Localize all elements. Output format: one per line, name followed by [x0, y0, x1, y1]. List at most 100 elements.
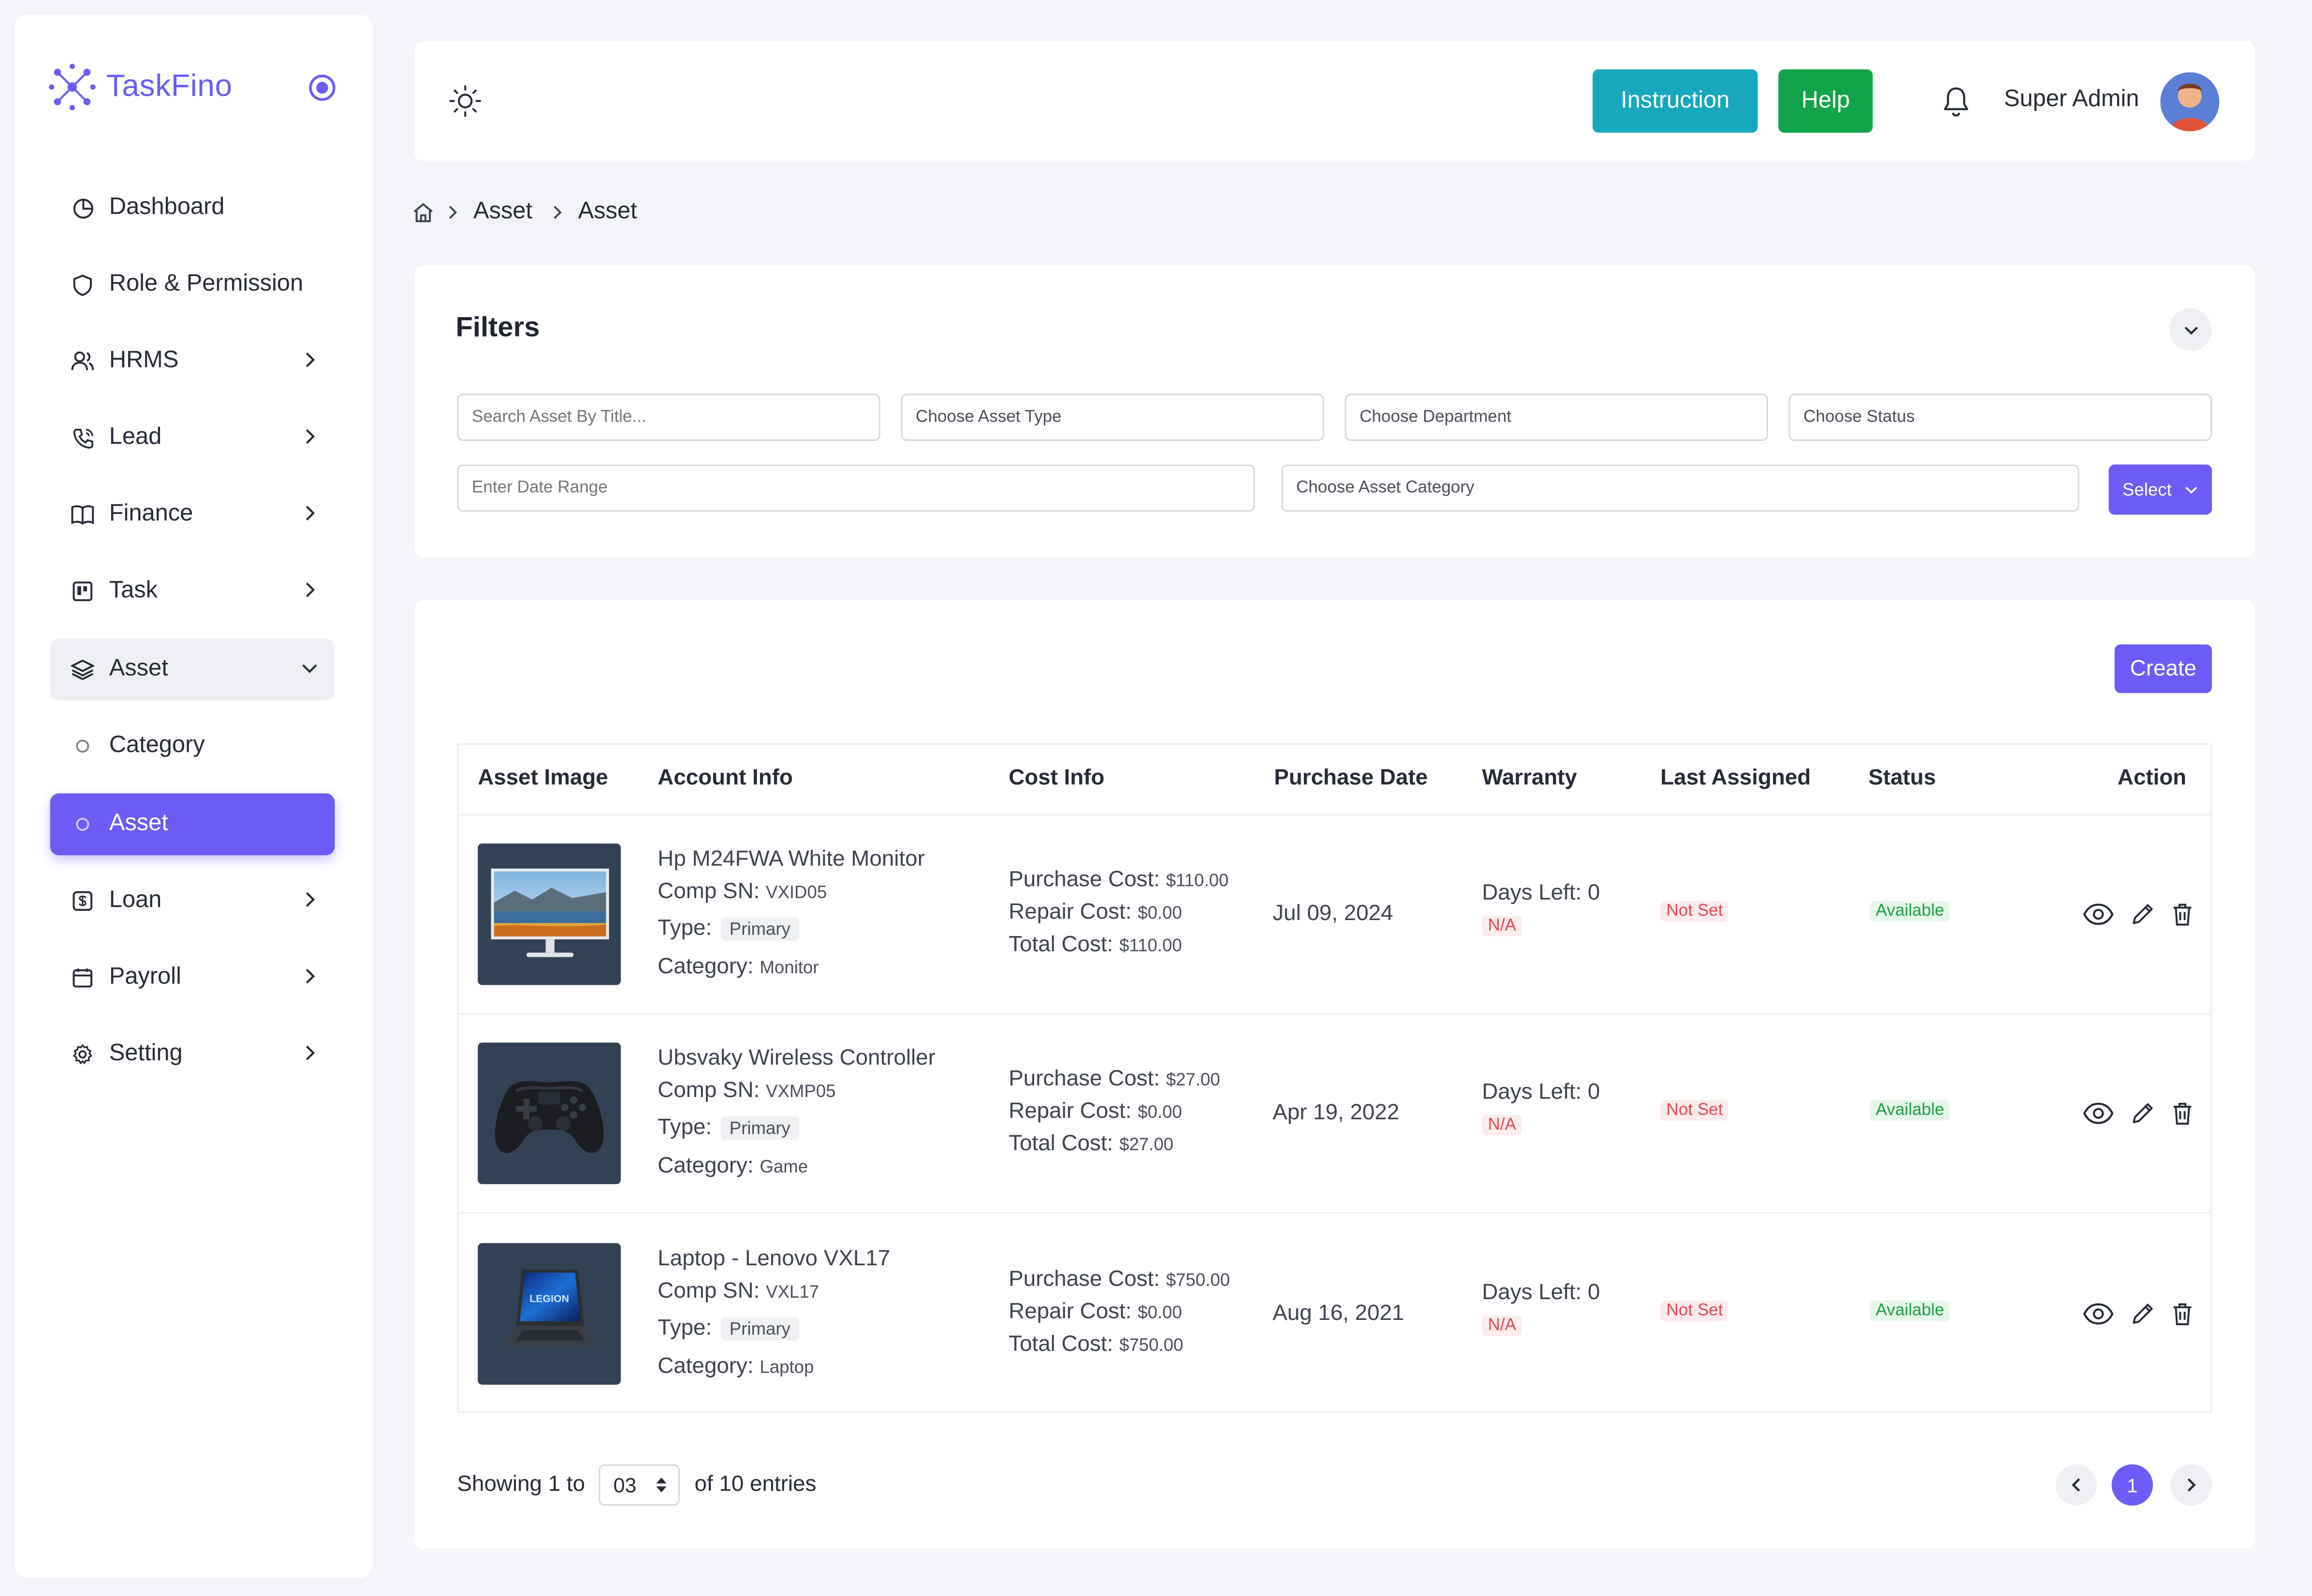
prev-page-button[interactable]	[2055, 1464, 2097, 1506]
row-divider	[457, 1013, 2212, 1015]
warranty-status-badge: N/A	[1482, 916, 1522, 937]
delete-trash-icon[interactable]	[2169, 1100, 2196, 1127]
asset-name[interactable]: Ubsvaky Wireless Controller	[658, 1045, 936, 1070]
breadcrumb-item[interactable]: Asset	[473, 199, 532, 226]
sidebar-item-hrms[interactable]: HRMS	[50, 330, 335, 392]
purchase-cost: Purchase Cost: $110.00	[1009, 867, 1229, 893]
asset-image-laptop[interactable]: LEGION	[478, 1243, 621, 1385]
chevron-right-icon	[306, 429, 315, 444]
calendar-icon	[71, 966, 94, 990]
showing-label: Showing 1 to	[457, 1471, 585, 1497]
repair-cost: Repair Cost: $0.00	[1009, 1299, 1182, 1324]
sidebar-item-lead[interactable]: Lead	[50, 407, 335, 469]
asset-category: Category: Game	[658, 1153, 808, 1178]
sidebar-item-label: Asset	[109, 811, 168, 836]
instruction-button[interactable]: Instruction	[1593, 69, 1758, 133]
asset-name[interactable]: Laptop - Lenovo VXL17	[658, 1246, 890, 1271]
sidebar-item-category[interactable]: Category	[50, 715, 335, 777]
task-board-icon	[71, 580, 94, 603]
sidebar-item-label: Finance	[109, 501, 193, 527]
col-header-cost-info: Cost Info	[1009, 765, 1105, 791]
type-chip: Primary	[720, 917, 800, 941]
edit-pencil-icon[interactable]	[2129, 901, 2156, 928]
sidebar-item-loan[interactable]: Loan	[50, 870, 335, 932]
sidebar-item-role-permission[interactable]: Role & Permission	[50, 254, 335, 316]
row-divider	[457, 814, 2212, 816]
view-eye-icon[interactable]	[2082, 1301, 2115, 1327]
warranty-status-badge: N/A	[1482, 1315, 1522, 1336]
asset-type-select[interactable]: Choose Asset Type	[901, 394, 1324, 441]
total-cost: Total Cost: $750.00	[1009, 1332, 1184, 1357]
per-page-value: 03	[613, 1473, 637, 1497]
phone-icon	[71, 426, 94, 450]
logo[interactable]: TaskFino	[47, 62, 233, 112]
asset-image-controller[interactable]	[478, 1042, 621, 1185]
chevron-right-icon	[306, 968, 315, 984]
home-icon[interactable]	[411, 201, 435, 224]
sun-icon[interactable]	[448, 84, 482, 118]
sort-arrows-icon	[656, 1478, 667, 1493]
page-number-button[interactable]: 1	[2111, 1464, 2153, 1506]
type-chip: Primary	[720, 1317, 800, 1341]
sidebar-item-setting[interactable]: Setting	[50, 1024, 335, 1085]
avatar[interactable]	[2160, 72, 2220, 132]
pie-chart-icon	[71, 196, 94, 220]
sidebar-item-task[interactable]: Task	[50, 560, 335, 622]
search-asset-input[interactable]	[457, 394, 880, 441]
monitor-image	[491, 868, 609, 957]
row-divider	[457, 1212, 2212, 1214]
purchase-date: Apr 19, 2022	[1273, 1100, 1400, 1126]
warranty-status-badge: N/A	[1482, 1114, 1522, 1136]
chevron-right-icon	[554, 205, 562, 219]
edit-pencil-icon[interactable]	[2129, 1301, 2156, 1327]
asset-type: Type: Primary	[658, 916, 800, 941]
next-page-button[interactable]	[2170, 1464, 2212, 1506]
user-name[interactable]: Super Admin	[2004, 87, 2139, 114]
circle-icon	[71, 734, 94, 758]
type-chip: Primary	[720, 1116, 800, 1140]
sidebar-toggle-icon[interactable]	[308, 74, 336, 102]
chevron-down-icon	[302, 664, 317, 674]
status-badge: Available	[1870, 1100, 1950, 1121]
col-header-account-info: Account Info	[658, 765, 793, 791]
laptop-image: LEGION	[504, 1270, 596, 1347]
status-badge: Available	[1870, 901, 1950, 922]
chevron-right-icon	[306, 582, 315, 598]
asset-type: Type: Primary	[658, 1115, 800, 1140]
help-button[interactable]: Help	[1778, 69, 1873, 133]
top-header	[414, 41, 2255, 161]
department-select[interactable]: Choose Department	[1345, 394, 1768, 441]
status-select[interactable]: Choose Status	[1788, 394, 2212, 441]
per-page-select[interactable]: 03	[599, 1464, 680, 1506]
create-button[interactable]: Create	[2114, 644, 2212, 693]
asset-name[interactable]: Hp M24FWA White Monitor	[658, 847, 925, 872]
app-name: TaskFino	[106, 69, 233, 103]
breadcrumb-current: Asset	[578, 199, 637, 224]
filters-collapse-button[interactable]	[2169, 308, 2212, 351]
delete-trash-icon[interactable]	[2169, 1301, 2196, 1327]
asset-category-select[interactable]: Choose Asset Category	[1281, 464, 2079, 512]
delete-trash-icon[interactable]	[2169, 901, 2196, 928]
sidebar-item-label: Task	[109, 578, 158, 603]
warranty-days: Days Left: 0	[1482, 1280, 1600, 1305]
sidebar-item-label: Loan	[109, 888, 162, 913]
sidebar-item-payroll[interactable]: Payroll	[50, 947, 335, 1009]
view-eye-icon[interactable]	[2082, 1100, 2115, 1127]
warranty-days: Days Left: 0	[1482, 1079, 1600, 1105]
sidebar-item-finance[interactable]: Finance	[50, 483, 335, 545]
edit-pencil-icon[interactable]	[2129, 1100, 2156, 1127]
sidebar-item-label: Setting	[109, 1041, 183, 1067]
chevron-right-icon	[306, 1045, 315, 1060]
date-range-input[interactable]	[457, 464, 1255, 512]
sidebar-item-label: Asset	[109, 656, 168, 682]
asset-image-monitor[interactable]	[478, 843, 621, 985]
sidebar-item-dashboard[interactable]: Dashboard	[50, 177, 335, 239]
view-eye-icon[interactable]	[2082, 901, 2115, 928]
select-button-label: Select	[2122, 479, 2172, 500]
sidebar-item-asset[interactable]: Asset	[50, 793, 335, 855]
select-button[interactable]: Select	[2108, 464, 2212, 515]
status-badge: Available	[1870, 1301, 1950, 1321]
entries-label: of 10 entries	[694, 1471, 817, 1497]
sidebar-item-asset-group[interactable]: Asset	[50, 638, 335, 701]
bell-icon[interactable]	[1941, 86, 1972, 118]
